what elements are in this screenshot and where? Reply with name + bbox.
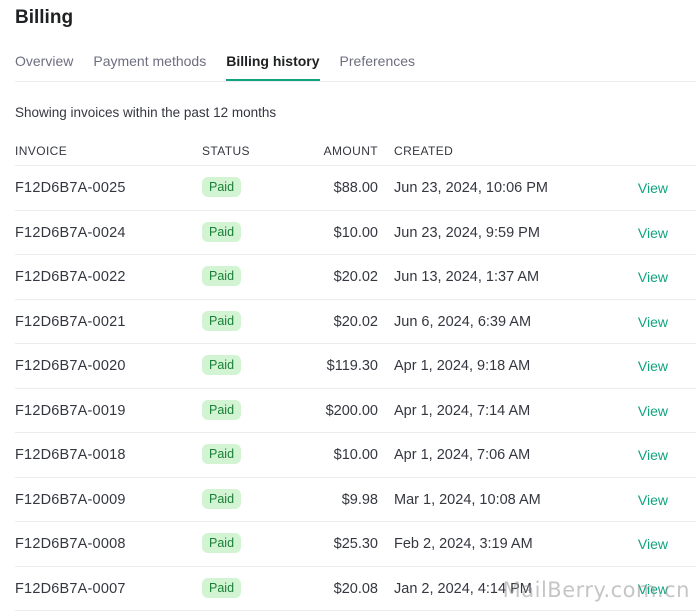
invoice-created-date: Apr 1, 2024, 9:18 AM (394, 357, 530, 375)
invoice-amount: $88.00 (245, 179, 378, 197)
invoice-id: F12D6B7A-0021 (15, 313, 126, 331)
invoice-amount: $10.00 (245, 224, 378, 242)
invoice-created-date: Feb 2, 2024, 3:19 AM (394, 535, 533, 553)
tab-overview[interactable]: Overview (15, 50, 73, 80)
invoice-amount: $20.02 (245, 313, 378, 331)
invoice-amount: $119.30 (245, 357, 378, 375)
view-invoice-link[interactable]: View (595, 268, 668, 286)
table-row: F12D6B7A-0021 Paid$20.02 Jun 6, 2024, 6:39… (15, 300, 696, 345)
header-invoice: INVOICE (15, 144, 67, 158)
invoice-created-date: Jun 23, 2024, 9:59 PM (394, 224, 540, 242)
invoice-created-date: Jun 23, 2024, 10:06 PM (394, 179, 548, 197)
invoice-id: F12D6B7A-0008 (15, 535, 126, 553)
view-invoice-link[interactable]: View (595, 179, 668, 197)
table-row: F12D6B7A-0008 Paid$25.30 Feb 2, 2024, 3:19… (15, 522, 696, 567)
invoice-created-date: Jun 6, 2024, 6:39 AM (394, 313, 531, 331)
header-created: CREATED (394, 144, 453, 158)
status-badge: Paid (202, 355, 241, 375)
invoice-amount: $25.30 (245, 535, 378, 553)
invoice-id: F12D6B7A-0019 (15, 402, 126, 420)
table-row: F12D6B7A-0020 Paid$119.30 Apr 1, 2024, 9:1… (15, 344, 696, 389)
billing-tabs: Overview Payment methods Billing history… (15, 50, 696, 82)
header-status: STATUS (202, 144, 250, 158)
view-invoice-link[interactable]: View (595, 402, 668, 420)
invoice-created-date: Jun 13, 2024, 1:37 AM (394, 268, 539, 286)
view-invoice-link[interactable]: View (595, 357, 668, 375)
table-row: F12D6B7A-0018 Paid$10.00 Apr 1, 2024, 7:06… (15, 433, 696, 478)
status-badge: Paid (202, 578, 241, 598)
tab-payment-methods[interactable]: Payment methods (93, 50, 206, 80)
status-badge: Paid (202, 222, 241, 242)
invoice-id: F12D6B7A-0007 (15, 580, 126, 598)
invoice-amount: $20.02 (245, 268, 378, 286)
invoice-created-date: Apr 1, 2024, 7:06 AM (394, 446, 530, 464)
invoice-amount: $10.00 (245, 446, 378, 464)
view-invoice-link[interactable]: View (595, 535, 668, 553)
invoice-amount: $9.98 (245, 491, 378, 509)
table-row: F12D6B7A-0009 Paid$9.98 Mar 1, 2024, 10:08… (15, 478, 696, 523)
invoice-amount: $200.00 (245, 402, 378, 420)
status-badge: Paid (202, 489, 241, 509)
invoice-id: F12D6B7A-0018 (15, 446, 126, 464)
header-amount: AMOUNT (245, 144, 378, 158)
table-row: F12D6B7A-0022 Paid$20.02 Jun 13, 2024, 1:3… (15, 255, 696, 300)
status-badge: Paid (202, 444, 241, 464)
table-header: INVOICE STATUS AMOUNT CREATED (15, 140, 696, 166)
status-badge: Paid (202, 533, 241, 553)
view-invoice-link[interactable]: View (595, 446, 668, 464)
status-badge: Paid (202, 311, 241, 331)
table-row: F12D6B7A-0019 Paid$200.00 Apr 1, 2024, 7:1… (15, 389, 696, 434)
status-badge: Paid (202, 177, 241, 197)
tab-preferences[interactable]: Preferences (340, 50, 415, 80)
invoice-created-date: Mar 1, 2024, 10:08 AM (394, 491, 541, 509)
invoice-id: F12D6B7A-0025 (15, 179, 126, 197)
status-badge: Paid (202, 266, 241, 286)
invoices-subtitle: Showing invoices within the past 12 mont… (15, 104, 276, 122)
view-invoice-link[interactable]: View (595, 491, 668, 509)
watermark: MailBerry.com.cn (503, 578, 690, 602)
invoice-id: F12D6B7A-0020 (15, 357, 126, 375)
invoice-id: F12D6B7A-0022 (15, 268, 126, 286)
invoice-created-date: Apr 1, 2024, 7:14 AM (394, 402, 530, 420)
view-invoice-link[interactable]: View (595, 224, 668, 242)
tab-billing-history[interactable]: Billing history (226, 50, 319, 81)
page-title: Billing (15, 6, 73, 30)
invoice-id: F12D6B7A-0009 (15, 491, 126, 509)
invoice-id: F12D6B7A-0024 (15, 224, 126, 242)
table-row: F12D6B7A-0024 Paid$10.00 Jun 23, 2024, 9:5… (15, 211, 696, 256)
invoice-amount: $20.08 (245, 580, 378, 598)
status-badge: Paid (202, 400, 241, 420)
table-row: F12D6B7A-0025 Paid$88.00 Jun 23, 2024, 10:… (15, 166, 696, 211)
invoices-table: INVOICE STATUS AMOUNT CREATED F12D6B7A-0… (15, 140, 696, 611)
view-invoice-link[interactable]: View (595, 313, 668, 331)
table-body: F12D6B7A-0025Paid$88.00Jun 23, 2024, 10:… (15, 166, 696, 611)
